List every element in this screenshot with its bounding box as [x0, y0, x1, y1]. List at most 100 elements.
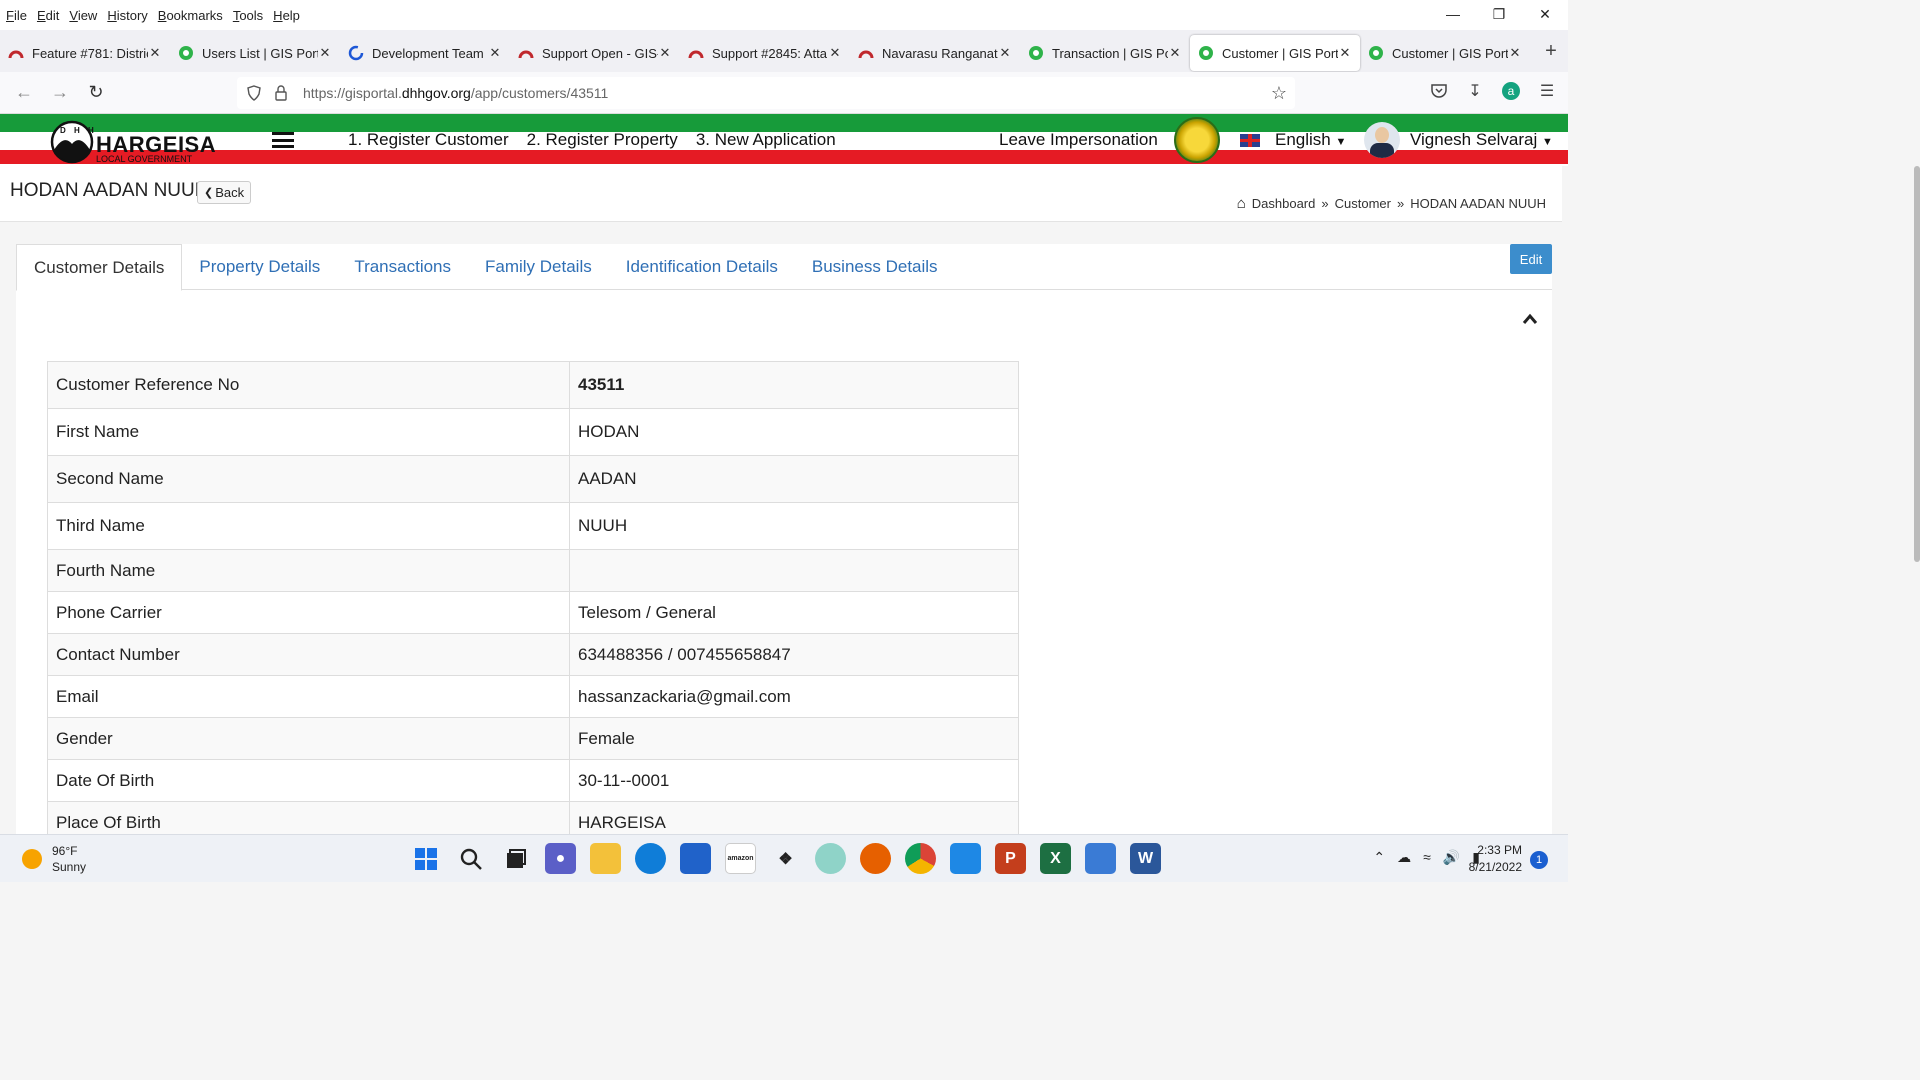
taskbar-clock[interactable]: 2:33 PM 8/21/2022: [1469, 842, 1522, 876]
edge-icon[interactable]: [635, 843, 666, 874]
store-icon[interactable]: [680, 843, 711, 874]
close-tab-icon[interactable]: ✕: [828, 45, 842, 61]
browser-tab[interactable]: Transaction | GIS Por ✕: [1020, 35, 1190, 71]
menu-edit[interactable]: Edit: [37, 8, 59, 23]
mail-app-icon[interactable]: [815, 843, 846, 874]
shield-icon[interactable]: [245, 84, 263, 102]
user-avatar[interactable]: [1364, 122, 1400, 158]
chevron-up-tray-icon[interactable]: ⌃: [1373, 849, 1385, 866]
hargeisa-logo[interactable]: D H H HARGEISA LOCAL GOVERNMENT: [50, 120, 260, 164]
file-explorer-icon[interactable]: [590, 843, 621, 874]
menu-help[interactable]: Help: [273, 8, 300, 23]
forward-arrow-icon[interactable]: →: [42, 77, 78, 109]
powerpoint-icon[interactable]: P: [995, 843, 1026, 874]
close-tab-icon[interactable]: ✕: [1168, 45, 1182, 61]
close-tab-icon[interactable]: ✕: [1338, 45, 1352, 61]
row-value: Telesom / General: [569, 591, 1019, 634]
browser-tab[interactable]: Navarasu Ranganath ✕: [850, 35, 1020, 71]
table-row: Customer Reference No 43511: [47, 361, 1019, 409]
redmine-icon: [518, 45, 534, 61]
tab-identification-details[interactable]: Identification Details: [609, 244, 795, 290]
chrome-icon[interactable]: [905, 843, 936, 874]
tab-business-details[interactable]: Business Details: [795, 244, 955, 290]
pocket-icon[interactable]: [1428, 80, 1450, 102]
address-bar[interactable]: https://gisportal. dhhgov.org/app/custome…: [237, 77, 1295, 109]
download-icon[interactable]: ↧: [1464, 80, 1486, 102]
weather-widget[interactable]: 96°F Sunny: [22, 843, 86, 875]
browser-tab[interactable]: Development Team ✕: [340, 35, 510, 71]
close-tab-icon[interactable]: ✕: [1508, 45, 1522, 61]
browser-tab[interactable]: Support Open - GIS- ✕: [510, 35, 680, 71]
reload-icon[interactable]: ↻: [78, 77, 114, 109]
extension-icon[interactable]: a: [1500, 80, 1522, 102]
back-button[interactable]: ❮ Back: [197, 181, 252, 204]
close-tab-icon[interactable]: ✕: [658, 45, 672, 61]
notepad-icon[interactable]: [950, 843, 981, 874]
teams-chat-icon[interactable]: ●: [545, 843, 576, 874]
close-tab-icon[interactable]: ✕: [148, 45, 162, 61]
language-dropdown[interactable]: English ▼: [1275, 130, 1346, 150]
back-arrow-icon[interactable]: ←: [6, 77, 42, 109]
restore-icon[interactable]: ❐: [1476, 0, 1522, 28]
svg-text:a: a: [1508, 84, 1515, 98]
lock-icon[interactable]: [273, 84, 289, 102]
menu-tools[interactable]: Tools: [233, 8, 263, 23]
menu-history[interactable]: History: [107, 8, 147, 23]
tab-property-details[interactable]: Property Details: [182, 244, 337, 290]
wifi-icon[interactable]: ≈: [1423, 849, 1431, 866]
onedrive-icon[interactable]: ☁: [1397, 849, 1411, 866]
browser-tab-active[interactable]: Customer | GIS Portal ✕: [1190, 35, 1360, 71]
caret-down-icon: ▼: [1542, 136, 1553, 148]
edit-button[interactable]: Edit: [1510, 244, 1552, 274]
browser-tab[interactable]: Support #2845: Atta ✕: [680, 35, 850, 71]
browser-tab[interactable]: Users List | GIS Portal ✕: [170, 35, 340, 71]
firefox-icon[interactable]: [860, 843, 891, 874]
close-tab-icon[interactable]: ✕: [998, 45, 1012, 61]
app-top-nav: 1. Register Customer 2. Register Propert…: [348, 130, 836, 150]
menu-file[interactable]: File: [6, 8, 27, 23]
bookmark-star-icon[interactable]: ☆: [1271, 83, 1287, 104]
photos-icon[interactable]: [1085, 843, 1116, 874]
nav-new-application[interactable]: 3. New Application: [696, 130, 836, 150]
leave-impersonation-link[interactable]: Leave Impersonation: [999, 130, 1158, 150]
search-icon[interactable]: [455, 843, 486, 874]
breadcrumb-dashboard[interactable]: Dashboard: [1252, 196, 1316, 211]
tab-customer-details[interactable]: Customer Details: [16, 244, 183, 291]
tab-title: Customer | GIS Portal: [1222, 45, 1338, 61]
breadcrumb-customer[interactable]: Customer: [1335, 196, 1391, 211]
redmine-icon: [688, 45, 704, 61]
minimize-icon[interactable]: —: [1430, 0, 1476, 28]
browser-tab[interactable]: Feature #781: Distric ✕: [0, 35, 170, 71]
row-label: Second Name: [47, 455, 570, 503]
word-icon[interactable]: W: [1130, 843, 1161, 874]
menu-hamburger-icon[interactable]: ☰: [1536, 80, 1558, 102]
dropbox-icon[interactable]: ❖: [770, 843, 801, 874]
menu-view[interactable]: View: [69, 8, 97, 23]
amazon-icon[interactable]: amazon: [725, 843, 756, 874]
close-window-icon[interactable]: ✕: [1522, 0, 1568, 28]
tab-transactions[interactable]: Transactions: [337, 244, 468, 290]
notification-badge[interactable]: 1: [1530, 851, 1548, 869]
nav-register-property[interactable]: 2. Register Property: [527, 130, 678, 150]
browser-menu-bar: File Edit View History Bookmarks Tools H…: [0, 0, 1568, 30]
tab-family-details[interactable]: Family Details: [468, 244, 609, 290]
sun-icon: [22, 849, 42, 869]
close-tab-icon[interactable]: ✕: [318, 45, 332, 61]
page-scrollbar[interactable]: [1914, 166, 1920, 562]
windows-start-icon[interactable]: [410, 843, 441, 874]
menu-bookmarks[interactable]: Bookmarks: [158, 8, 223, 23]
new-tab-plus-icon[interactable]: +: [1536, 36, 1566, 66]
nav-register-customer[interactable]: 1. Register Customer: [348, 130, 509, 150]
gis-portal-icon: [1198, 45, 1214, 61]
volume-icon[interactable]: 🔊: [1443, 849, 1460, 866]
sidebar-toggle-icon[interactable]: [272, 132, 294, 148]
row-value: Female: [569, 717, 1019, 760]
browser-tab[interactable]: Customer | GIS Portal ✕: [1360, 35, 1530, 71]
breadcrumb-current: HODAN AADAN NUUH: [1410, 196, 1546, 211]
chevron-up-icon[interactable]: [1522, 312, 1538, 330]
user-menu-dropdown[interactable]: Vignesh Selvaraj ▼: [1410, 130, 1553, 150]
excel-icon[interactable]: X: [1040, 843, 1071, 874]
weather-condition: Sunny: [52, 860, 87, 874]
task-view-icon[interactable]: [500, 843, 531, 874]
close-tab-icon[interactable]: ✕: [488, 45, 502, 61]
